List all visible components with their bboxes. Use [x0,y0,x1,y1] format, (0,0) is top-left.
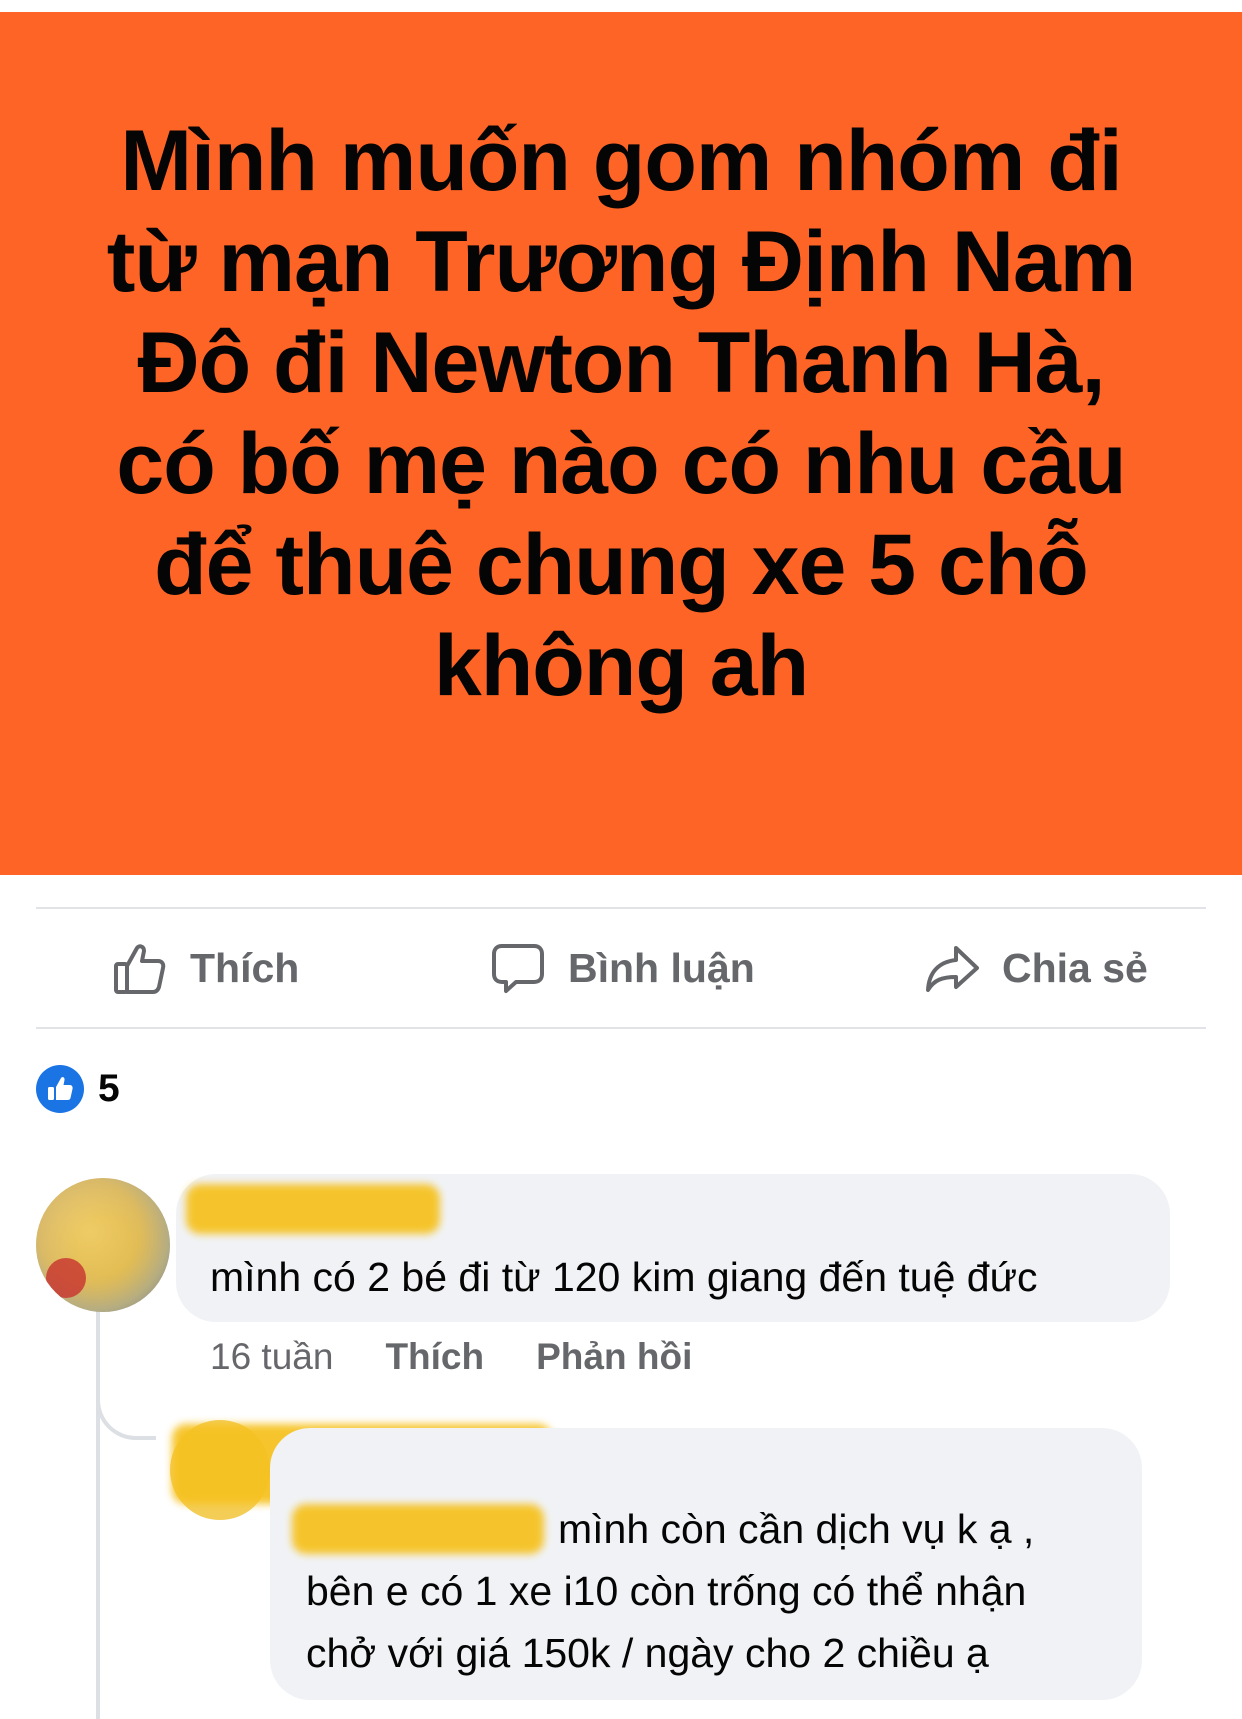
thumbs-up-outline-icon [112,940,168,996]
commenter-avatar[interactable] [36,1178,170,1312]
share-button[interactable]: Chia sẻ [924,938,1148,998]
reaction-count: 5 [98,1067,120,1110]
reply-text-line-1: mình còn cần dịch vụ k ạ , [558,1506,1035,1552]
comment-meta: 16 tuần Thích Phản hồi [210,1336,744,1378]
like-label: Thích [190,944,300,991]
comment-text: mình có 2 bé đi từ 120 kim giang đến tuệ… [210,1254,1038,1300]
comment-like-button[interactable]: Thích [385,1336,484,1378]
post-background-card: Mình muốn gom nhóm đi từ mạn Trương Định… [0,12,1242,875]
reply-text-line-3: chở với giá 150k / ngày cho 2 chiều ạ [306,1630,989,1676]
redacted-mention [292,1504,544,1554]
share-label: Chia sẻ [1002,944,1148,991]
share-arrow-icon [924,940,980,996]
thumbs-up-icon [36,1065,84,1113]
comment-reply-button[interactable]: Phản hồi [536,1336,692,1378]
post-action-bar: Thích Bình luận Chia sẻ [36,908,1206,1028]
comment-time: 16 tuần [210,1336,334,1377]
comment-button[interactable]: Bình luận [490,938,755,998]
comment-label: Bình luận [568,944,755,991]
comment-bubble-icon [490,940,546,996]
thread-connector [96,1340,156,1440]
post-text: Mình muốn gom nhóm đi từ mạn Trương Định… [106,112,1137,714]
redacted-author-name [186,1184,440,1234]
reply-text-line-2: bên e có 1 xe i10 còn trống có thể nhận [306,1568,1027,1614]
like-button[interactable]: Thích [112,938,299,998]
reactions-summary[interactable]: 5 [36,1064,120,1114]
